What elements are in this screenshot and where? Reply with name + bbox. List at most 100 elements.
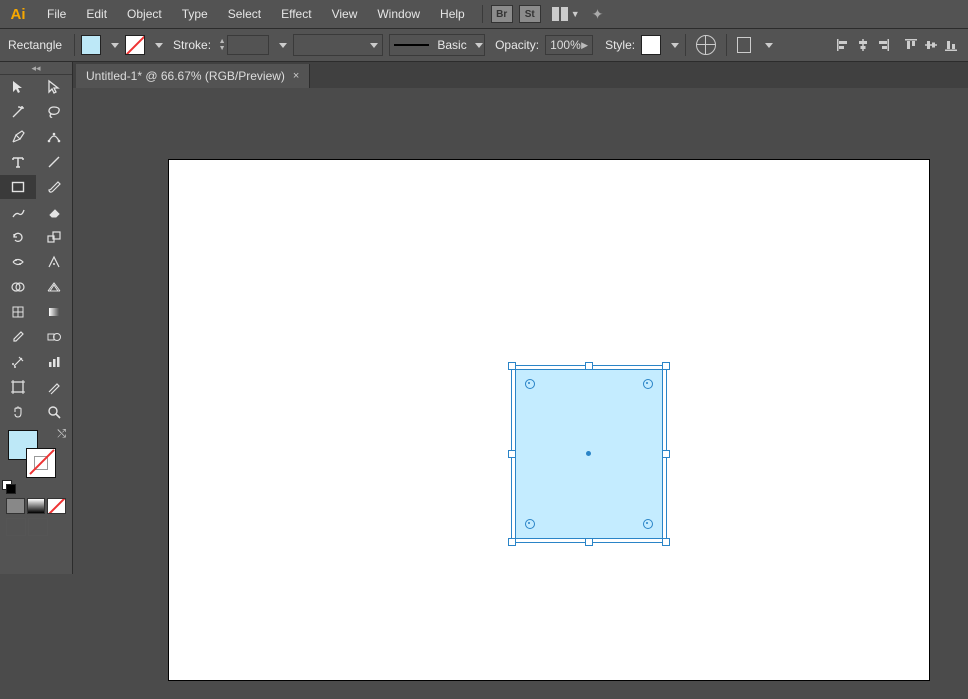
chevron-right-icon: ▶ <box>581 40 588 51</box>
magic-wand-tool[interactable] <box>0 100 36 124</box>
align-top-button[interactable] <box>902 36 920 54</box>
menu-view[interactable]: View <box>323 3 367 25</box>
zoom-tool[interactable] <box>37 400 73 424</box>
align-bottom-button[interactable] <box>942 36 960 54</box>
free-transform-tool[interactable] <box>37 250 73 274</box>
graphic-style-dropdown[interactable] <box>669 40 679 50</box>
align-left-button[interactable] <box>834 36 852 54</box>
center-point-icon <box>586 451 591 456</box>
swap-fill-stroke-icon[interactable]: ⤭ <box>57 428 66 441</box>
menu-window[interactable]: Window <box>368 3 429 25</box>
stroke-weight-input[interactable]: ▲▼ <box>217 35 269 55</box>
graphic-style-swatch[interactable] <box>641 35 661 55</box>
slice-tool[interactable] <box>37 375 73 399</box>
gpu-performance-icon[interactable]: ✦ <box>592 6 604 23</box>
hand-tool[interactable] <box>0 400 36 424</box>
recolor-artwork-icon[interactable] <box>696 35 716 55</box>
rectangle-tool[interactable] <box>0 175 36 199</box>
chevron-down-icon: ▼ <box>571 9 580 19</box>
eraser-tool[interactable] <box>37 200 73 224</box>
lasso-tool[interactable] <box>37 100 73 124</box>
resize-handle-ne[interactable] <box>662 362 670 370</box>
menu-file[interactable]: File <box>38 3 75 25</box>
workspace[interactable] <box>76 89 968 574</box>
color-mode-button[interactable] <box>6 498 25 514</box>
stroke-color-swatch[interactable] <box>125 35 145 55</box>
corner-widget-sw[interactable] <box>525 519 535 529</box>
symbol-sprayer-tool[interactable] <box>0 350 36 374</box>
none-mode-button[interactable] <box>47 498 66 514</box>
blend-tool[interactable] <box>37 325 73 349</box>
align-button-group <box>834 36 960 54</box>
menu-edit[interactable]: Edit <box>77 3 116 25</box>
document-tab-title: Untitled-1* @ 66.67% (RGB/Preview) <box>86 69 285 83</box>
divider <box>726 34 727 56</box>
fill-color-dropdown[interactable] <box>109 40 119 50</box>
menu-object[interactable]: Object <box>118 3 171 25</box>
menu-help[interactable]: Help <box>431 3 474 25</box>
stroke-color-dropdown[interactable] <box>153 40 163 50</box>
pen-tool[interactable] <box>0 125 36 149</box>
resize-handle-se[interactable] <box>662 538 670 546</box>
resize-handle-s[interactable] <box>585 538 593 546</box>
stroke-label: Stroke: <box>173 38 211 52</box>
arrange-documents-button[interactable]: ▼ <box>551 7 580 21</box>
resize-handle-w[interactable] <box>508 450 516 458</box>
collapse-panel-button[interactable]: ◂◂ <box>0 62 72 75</box>
align-hcenter-button[interactable] <box>854 36 872 54</box>
default-fill-stroke-icon[interactable] <box>2 480 14 492</box>
document-tab[interactable]: Untitled-1* @ 66.67% (RGB/Preview) × <box>76 64 310 88</box>
fill-stroke-control[interactable]: ⤭ <box>0 424 72 496</box>
drawing-mode-button[interactable] <box>6 518 26 536</box>
menu-select[interactable]: Select <box>219 3 270 25</box>
scale-tool[interactable] <box>37 225 73 249</box>
resize-handle-n[interactable] <box>585 362 593 370</box>
stepper-icon[interactable]: ▲▼ <box>217 36 227 54</box>
close-icon[interactable]: × <box>293 70 299 82</box>
resize-handle-e[interactable] <box>662 450 670 458</box>
screen-mode-button[interactable] <box>28 518 48 536</box>
curvature-tool[interactable] <box>37 125 73 149</box>
gradient-tool[interactable] <box>37 300 73 324</box>
pencil-tool[interactable] <box>0 200 36 224</box>
menu-type[interactable]: Type <box>173 3 217 25</box>
control-bar: Rectangle Stroke: ▲▼ Basic Opacity: 100%… <box>0 29 968 62</box>
resize-handle-nw[interactable] <box>508 362 516 370</box>
width-tool[interactable] <box>0 250 36 274</box>
selection-tool[interactable] <box>0 75 36 99</box>
canvas[interactable] <box>168 159 968 699</box>
gradient-mode-button[interactable] <box>27 498 46 514</box>
stroke-weight-dropdown[interactable] <box>277 40 287 50</box>
chevron-down-icon <box>473 40 480 50</box>
brush-label: Basic <box>437 38 466 52</box>
eyedropper-tool[interactable] <box>0 325 36 349</box>
shape-builder-tool[interactable] <box>0 275 36 299</box>
paintbrush-tool[interactable] <box>37 175 73 199</box>
line-segment-tool[interactable] <box>37 150 73 174</box>
direct-selection-tool[interactable] <box>37 75 73 99</box>
stroke-weight-field[interactable] <box>227 35 269 55</box>
fill-color-swatch[interactable] <box>81 35 101 55</box>
artboard-tool[interactable] <box>0 375 36 399</box>
type-tool[interactable] <box>0 150 36 174</box>
corner-widget-ne[interactable] <box>643 379 653 389</box>
bridge-icon[interactable]: Br <box>491 5 513 23</box>
corner-widget-nw[interactable] <box>525 379 535 389</box>
rotate-tool[interactable] <box>0 225 36 249</box>
stock-icon[interactable]: St <box>519 5 541 23</box>
variable-width-profile-dropdown[interactable] <box>293 34 383 56</box>
align-right-button[interactable] <box>874 36 892 54</box>
column-graph-tool[interactable] <box>37 350 73 374</box>
align-to-dropdown[interactable] <box>763 40 773 50</box>
resize-handle-sw[interactable] <box>508 538 516 546</box>
opacity-input[interactable]: 100% ▶ <box>545 35 593 55</box>
mesh-tool[interactable] <box>0 300 36 324</box>
menu-effect[interactable]: Effect <box>272 3 320 25</box>
align-vcenter-button[interactable] <box>922 36 940 54</box>
corner-widget-se[interactable] <box>643 519 653 529</box>
align-to-button[interactable] <box>733 37 755 53</box>
perspective-grid-tool[interactable] <box>37 275 73 299</box>
brush-definition-dropdown[interactable]: Basic <box>389 34 485 56</box>
selection-type-label: Rectangle <box>8 38 62 52</box>
stroke-swatch[interactable] <box>26 448 56 478</box>
